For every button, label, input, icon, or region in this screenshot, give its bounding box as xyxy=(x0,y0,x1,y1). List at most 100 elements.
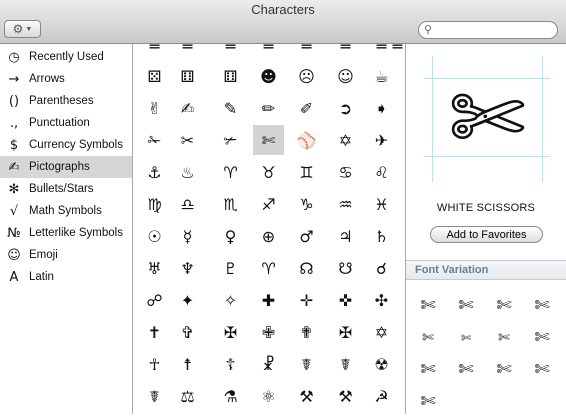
character-cell[interactable]: ═ xyxy=(215,44,246,56)
sidebar-item-letterlike-symbols[interactable]: № Letterlike Symbols xyxy=(0,222,132,244)
character-cell[interactable]: ☊ xyxy=(291,253,322,283)
character-cell[interactable]: ⚒ xyxy=(330,381,361,411)
character-cell[interactable]: ✠ xyxy=(215,317,246,347)
font-variation-cell[interactable]: ✄ xyxy=(409,290,447,321)
sidebar-item-currency-symbols[interactable]: $ Currency Symbols xyxy=(0,134,132,156)
character-cell[interactable]: ☺ xyxy=(330,61,361,91)
character-cell[interactable]: ♎ xyxy=(172,189,203,219)
character-cell[interactable]: ⚅ xyxy=(172,61,203,91)
character-cell[interactable]: ☤ xyxy=(139,381,170,411)
character-cell[interactable]: ═ xyxy=(382,44,405,56)
character-cell[interactable]: ☦ xyxy=(215,349,246,379)
sidebar-item-emoji[interactable]: ☺ Emoji xyxy=(0,244,132,266)
character-cell[interactable]: ☍ xyxy=(139,285,170,315)
character-cell[interactable]: ☹ xyxy=(291,61,322,91)
character-cell[interactable]: ♃ xyxy=(330,221,361,251)
character-cell[interactable]: ☉ xyxy=(139,221,170,251)
character-cell[interactable]: ✐ xyxy=(291,93,322,123)
character-cell[interactable]: ⚓ xyxy=(139,157,170,187)
character-cell[interactable]: ♨ xyxy=(172,157,203,187)
search-field[interactable]: ⚲ xyxy=(418,21,558,39)
character-cell[interactable]: ⚒ xyxy=(291,381,322,411)
character-cell[interactable]: ⚛ xyxy=(253,381,284,411)
font-variation-cell[interactable]: ✄ xyxy=(409,322,447,353)
font-variation-cell[interactable]: ✄ xyxy=(485,354,523,385)
character-cell[interactable]: ✦ xyxy=(172,285,203,315)
character-cell[interactable]: ☭ xyxy=(366,381,397,411)
sidebar-item-punctuation[interactable]: ., Punctuation xyxy=(0,112,132,134)
character-cell[interactable]: ✈ xyxy=(366,125,397,155)
character-cell[interactable]: ☻ xyxy=(253,61,284,91)
character-cell[interactable]: ☤ xyxy=(330,349,361,379)
character-cell[interactable]: ♇ xyxy=(215,253,246,283)
character-cell[interactable]: ☤ xyxy=(291,349,322,379)
sidebar-item-recently-used[interactable]: ◷ Recently Used xyxy=(0,46,132,68)
character-cell[interactable]: ♒ xyxy=(330,189,361,219)
character-cell[interactable]: ✝ xyxy=(139,317,170,347)
character-cell[interactable]: ☥ xyxy=(139,349,170,379)
character-cell[interactable]: ✏ xyxy=(253,93,284,123)
character-cell[interactable]: ✠ xyxy=(330,317,361,347)
character-cell[interactable]: ⚅ xyxy=(215,61,246,91)
character-cell[interactable]: ♉ xyxy=(253,157,284,187)
character-cell[interactable]: ✡ xyxy=(366,317,397,347)
sidebar-item-math-symbols[interactable]: √ Math Symbols xyxy=(0,200,132,222)
character-cell[interactable]: ♆ xyxy=(172,253,203,283)
character-cell[interactable]: ⚄ xyxy=(139,61,170,91)
character-cell[interactable]: ✟ xyxy=(291,317,322,347)
character-cell[interactable]: ☧ xyxy=(253,349,284,379)
character-cell[interactable]: ➲ xyxy=(330,93,361,123)
character-cell[interactable]: ✃ xyxy=(215,125,246,155)
character-cell[interactable]: ♅ xyxy=(139,253,170,283)
character-cell[interactable]: ♌ xyxy=(366,157,397,187)
character-cell[interactable]: ✡ xyxy=(330,125,361,155)
character-cell[interactable]: ✌ xyxy=(139,93,170,123)
font-variation-cell[interactable]: ✄ xyxy=(447,354,485,385)
sidebar-item-arrows[interactable]: → Arrows xyxy=(0,68,132,90)
character-cell[interactable]: ☌ xyxy=(366,253,397,283)
character-cell[interactable]: ☋ xyxy=(330,253,361,283)
font-variation-header[interactable]: Font Variation xyxy=(406,260,566,280)
font-variation-cell[interactable]: ✄ xyxy=(523,354,561,385)
character-cell[interactable]: ✜ xyxy=(330,285,361,315)
font-variation-cell[interactable]: ✄ xyxy=(409,354,447,385)
font-variation-cell[interactable]: ✄ xyxy=(523,290,561,321)
character-cell[interactable]: ♓ xyxy=(366,189,397,219)
character-cell[interactable]: ═ xyxy=(330,44,361,56)
action-menu-button[interactable]: ⚙ ▼ xyxy=(4,20,41,38)
font-variation-cell[interactable]: ✄ xyxy=(523,322,561,353)
character-cell[interactable]: ⚾ xyxy=(291,125,322,155)
character-cell[interactable]: ✂ xyxy=(172,125,203,155)
character-cell[interactable]: ═ xyxy=(253,44,284,56)
character-cell[interactable]: ✞ xyxy=(172,317,203,347)
character-cell[interactable]: ♈ xyxy=(215,157,246,187)
character-cell[interactable]: ☢ xyxy=(366,349,397,379)
character-cell[interactable]: ♀ xyxy=(215,221,246,251)
character-cell[interactable]: ✎ xyxy=(215,93,246,123)
character-cell[interactable]: ☨ xyxy=(172,349,203,379)
character-cell[interactable]: ♋ xyxy=(330,157,361,187)
character-cell[interactable]: ✁ xyxy=(139,125,170,155)
character-cell[interactable]: ♏ xyxy=(215,189,246,219)
font-variation-cell[interactable]: ✄ xyxy=(447,290,485,321)
character-cell[interactable]: ✚ xyxy=(253,285,284,315)
add-to-favorites-button[interactable]: Add to Favorites xyxy=(430,226,543,243)
character-cell[interactable]: ⚗ xyxy=(215,381,246,411)
character-cell[interactable]: ➧ xyxy=(366,93,397,123)
sidebar-item-parentheses[interactable]: () Parentheses xyxy=(0,90,132,112)
sidebar-item-latin[interactable]: A Latin xyxy=(0,266,132,288)
character-cell[interactable]: ♑ xyxy=(291,189,322,219)
character-cell[interactable]: ═ xyxy=(172,44,203,56)
character-cell[interactable]: ⚖ xyxy=(172,381,203,411)
character-cell[interactable]: ✍ xyxy=(172,93,203,123)
character-cell[interactable]: ♈ xyxy=(253,253,284,283)
character-cell[interactable]: ⊕ xyxy=(253,221,284,251)
character-cell[interactable]: ✙ xyxy=(253,317,284,347)
font-variation-cell[interactable]: ✄ xyxy=(485,322,523,353)
sidebar-item-pictographs[interactable]: ✍ Pictographs xyxy=(0,156,132,178)
character-cell[interactable]: ♄ xyxy=(366,221,397,251)
character-cell[interactable]: ♂ xyxy=(291,221,322,251)
search-input[interactable] xyxy=(437,23,552,37)
character-cell[interactable]: ✧ xyxy=(215,285,246,315)
font-variation-cell[interactable]: ✄ xyxy=(409,386,447,417)
